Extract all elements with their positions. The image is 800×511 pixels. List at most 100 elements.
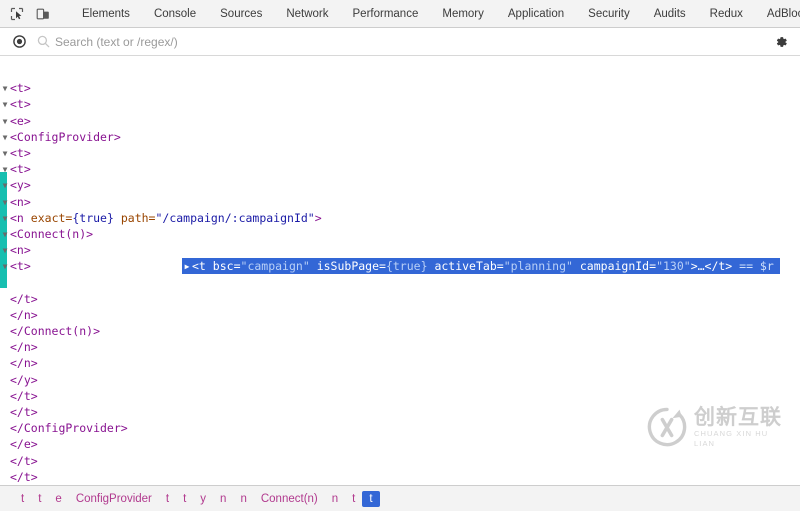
tree-row-content[interactable]: </n> bbox=[0, 307, 800, 323]
breadcrumb-item[interactable]: t bbox=[159, 491, 176, 507]
react-component-tree-panel: ▼<t>▼<t>▼<e>▼<ConfigProvider>▼<t>▼<t>▼<y… bbox=[0, 56, 800, 485]
tree-attr-value: "campaign" bbox=[241, 259, 310, 273]
chevron-down-icon[interactable]: ▼ bbox=[0, 97, 10, 113]
breadcrumb-item[interactable]: e bbox=[48, 491, 68, 507]
chevron-down-icon[interactable]: ▼ bbox=[0, 178, 10, 194]
tab-performance[interactable]: Performance bbox=[341, 0, 431, 27]
breadcrumb: tteConfigProviderttynnConnect(n)ntt bbox=[0, 485, 800, 511]
tree-arrow-spacer[interactable] bbox=[0, 421, 10, 437]
tab-audits[interactable]: Audits bbox=[642, 0, 698, 27]
tree-attr-value: {true} bbox=[72, 211, 114, 225]
tree-row-content[interactable]: </e> bbox=[0, 436, 800, 452]
search-input[interactable] bbox=[55, 35, 770, 49]
breadcrumb-item[interactable]: t bbox=[176, 491, 193, 507]
breadcrumb-item[interactable]: t bbox=[362, 491, 379, 507]
tree-arrow-spacer[interactable] bbox=[0, 324, 10, 340]
tree-row-content[interactable]: ▼<ConfigProvider> bbox=[0, 129, 800, 145]
inspect-element-icon[interactable] bbox=[6, 4, 28, 24]
tree-row-content[interactable]: ▼<t> bbox=[0, 80, 800, 96]
tree-row-content[interactable]: ▼<e> bbox=[0, 113, 800, 129]
chevron-right-icon[interactable]: ▶ bbox=[182, 259, 192, 275]
tree-row-content[interactable]: ▼<n exact={true} path="/campaign/:campai… bbox=[0, 210, 800, 226]
tree-tag-name: </t> bbox=[10, 292, 38, 306]
tree-arrow-spacer[interactable] bbox=[0, 470, 10, 485]
breadcrumb-item[interactable]: ConfigProvider bbox=[69, 491, 159, 507]
breadcrumb-item[interactable]: n bbox=[325, 491, 345, 507]
breadcrumb-item[interactable]: t bbox=[31, 491, 48, 507]
tree-row-content[interactable]: </t> bbox=[0, 469, 800, 485]
tree-tag-name: </y> bbox=[10, 373, 38, 387]
tree-arrow-spacer[interactable] bbox=[0, 292, 10, 308]
tree-arrow-spacer[interactable] bbox=[0, 454, 10, 470]
tree-arrow-spacer[interactable] bbox=[0, 308, 10, 324]
tab-security[interactable]: Security bbox=[576, 0, 642, 27]
tree-row-content[interactable]: ▼<n> bbox=[0, 194, 800, 210]
tree-tag-name: <n> bbox=[10, 243, 31, 257]
chevron-down-icon[interactable]: ▼ bbox=[0, 114, 10, 130]
tree-attr-value: "/campaign/:campaignId" bbox=[155, 211, 314, 225]
tree-tag-name: <t> bbox=[10, 97, 31, 111]
tab-adblock[interactable]: AdBlock bbox=[755, 0, 800, 27]
tree-row-selected[interactable]: ▶<t bsc="campaign" isSubPage={true} acti… bbox=[182, 258, 780, 274]
tree-row-content[interactable]: ▼<y> bbox=[0, 177, 800, 193]
tree-arrow-spacer[interactable] bbox=[0, 437, 10, 453]
tab-sources[interactable]: Sources bbox=[208, 0, 274, 27]
gear-icon[interactable] bbox=[770, 32, 792, 52]
tree-tag-name: </n> bbox=[10, 308, 38, 322]
tab-memory[interactable]: Memory bbox=[430, 0, 496, 27]
tree-row-content[interactable]: </t> bbox=[0, 388, 800, 404]
tree-row-content[interactable]: ▼<t> bbox=[0, 145, 800, 161]
chevron-down-icon[interactable]: ▼ bbox=[0, 243, 10, 259]
tab-console[interactable]: Console bbox=[142, 0, 208, 27]
tree-row-content[interactable]: </t> bbox=[0, 291, 800, 307]
tree-row-content[interactable]: ▼<n> bbox=[0, 242, 800, 258]
tab-elements[interactable]: Elements bbox=[70, 0, 142, 27]
tree-row-content[interactable]: </y> bbox=[0, 372, 800, 388]
tree-row-content[interactable]: </Connect(n)> bbox=[0, 323, 800, 339]
tab-application[interactable]: Application bbox=[496, 0, 576, 27]
breadcrumb-item[interactable]: Connect(n) bbox=[254, 491, 325, 507]
breadcrumb-item[interactable]: n bbox=[233, 491, 253, 507]
tree-row-content[interactable]: </t> bbox=[0, 404, 800, 420]
chevron-down-icon[interactable]: ▼ bbox=[0, 259, 10, 275]
tree-tag-name: <t> bbox=[10, 81, 31, 95]
crosshair-target-icon[interactable] bbox=[8, 32, 30, 52]
tree-row-content[interactable]: ▼<t> bbox=[0, 96, 800, 112]
tree-attr-name: path bbox=[121, 211, 149, 225]
tree-row-content[interactable]: ▼<Connect(n)> bbox=[0, 226, 800, 242]
tree-arrow-spacer[interactable] bbox=[0, 373, 10, 389]
tree-arrow-spacer[interactable] bbox=[0, 389, 10, 405]
breadcrumb-item[interactable]: y bbox=[193, 491, 213, 507]
tree-row-content[interactable]: </ConfigProvider> bbox=[0, 420, 800, 436]
tree-tag-name: <Connect(n)> bbox=[10, 227, 93, 241]
tree-tag-name: </t> bbox=[10, 454, 38, 468]
tree-row[interactable]: ▼<t> bbox=[0, 64, 800, 80]
tree-row-content[interactable]: </t> bbox=[0, 453, 800, 469]
tree-tag-name: <n> bbox=[10, 195, 31, 209]
chevron-down-icon[interactable]: ▼ bbox=[0, 81, 10, 97]
devtools-window: ElementsConsoleSourcesNetworkPerformance… bbox=[0, 0, 800, 511]
tree-tag-name: </n> bbox=[10, 340, 38, 354]
tree-attr-value: "planning" bbox=[504, 259, 573, 273]
tree-row[interactable]: </t> bbox=[0, 274, 800, 290]
breadcrumb-item[interactable]: t bbox=[14, 491, 31, 507]
tree-arrow-spacer[interactable] bbox=[0, 405, 10, 421]
tab-redux[interactable]: Redux bbox=[698, 0, 755, 27]
chevron-down-icon[interactable]: ▼ bbox=[0, 227, 10, 243]
tab-network[interactable]: Network bbox=[274, 0, 340, 27]
device-toolbar-icon[interactable] bbox=[32, 4, 54, 24]
tree-arrow-spacer[interactable] bbox=[0, 340, 10, 356]
chevron-down-icon[interactable]: ▼ bbox=[0, 211, 10, 227]
breadcrumb-item[interactable]: t bbox=[345, 491, 362, 507]
chevron-down-icon[interactable]: ▼ bbox=[0, 130, 10, 146]
tree-row-content[interactable]: </n> bbox=[0, 355, 800, 371]
component-tree: ▼<t>▼<t>▼<e>▼<ConfigProvider>▼<t>▼<t>▼<y… bbox=[0, 56, 800, 485]
chevron-down-icon[interactable]: ▼ bbox=[0, 162, 10, 178]
chevron-down-icon[interactable]: ▼ bbox=[0, 195, 10, 211]
tree-arrow-spacer[interactable] bbox=[0, 356, 10, 372]
tree-row-content[interactable]: </n> bbox=[0, 339, 800, 355]
breadcrumb-item[interactable]: n bbox=[213, 491, 233, 507]
devtools-tab-bar: ElementsConsoleSourcesNetworkPerformance… bbox=[0, 0, 800, 28]
chevron-down-icon[interactable]: ▼ bbox=[0, 146, 10, 162]
tree-row-content[interactable]: ▼<t> bbox=[0, 161, 800, 177]
